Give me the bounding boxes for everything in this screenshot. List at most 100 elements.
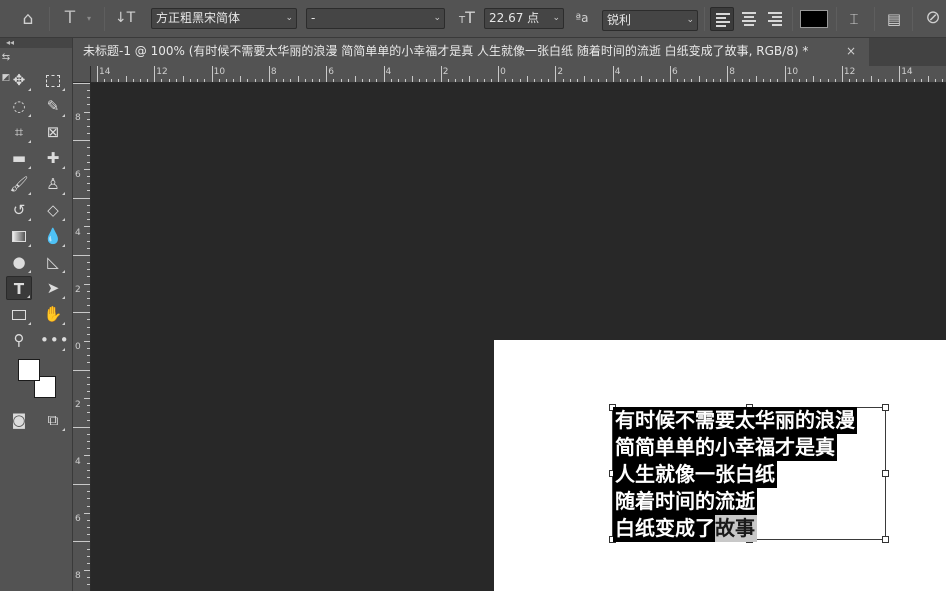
align-right-button[interactable] — [763, 7, 787, 31]
dodge-tool-icon[interactable]: ● — [6, 250, 32, 274]
font-style-select[interactable]: - ⌄ — [306, 8, 445, 29]
text-color-swatch[interactable] — [800, 10, 828, 28]
ruler-tick — [290, 79, 292, 82]
document-tab[interactable]: 未标题-1 @ 100% (有时候不需要太华丽的浪漫 简简单单的小幸福才是真 人… — [73, 38, 869, 66]
text-layer-content[interactable]: 有时候不需要太华丽的浪漫 简简单单的小幸福才是真 人生就像一张白纸 随着时间的流… — [613, 407, 857, 543]
type-tool-preset-icon[interactable]: T — [60, 8, 80, 28]
home-icon[interactable]: ⌂ — [18, 9, 38, 29]
ruler-tick — [741, 79, 743, 82]
warp-text-icon[interactable]: ⌶ — [844, 9, 864, 29]
selected-text: 故事 — [715, 515, 757, 542]
hand-tool-icon[interactable]: ✋ — [40, 302, 66, 326]
text-line: 随着时间的流逝 — [613, 488, 857, 516]
character-panel-icon[interactable]: ▤ — [884, 9, 904, 29]
ruler-tick — [834, 79, 836, 82]
ruler-tick — [820, 79, 822, 82]
ruler-label: 4 — [75, 227, 81, 238]
ruler-tick — [526, 76, 528, 82]
close-tab-icon[interactable]: × — [846, 38, 856, 65]
rectangle-tool-icon[interactable] — [6, 302, 32, 326]
gradient-tool-icon[interactable] — [6, 224, 32, 248]
ruler-label: 6 — [328, 67, 334, 77]
ruler-tick — [87, 147, 90, 149]
type-tool-icon[interactable]: T — [6, 276, 32, 300]
quick-selection-tool-icon[interactable]: ✎ — [40, 94, 66, 118]
document-title: 未标题-1 @ 100% (有时候不需要太华丽的浪漫 简简单单的小幸福才是真 人… — [83, 44, 809, 58]
ruler-tick — [111, 79, 113, 82]
horizontal-ruler: 14 12 10 8 6 4 2 0 2 4 6 8 10 12 14 — [91, 66, 946, 83]
transform-handle[interactable] — [882, 470, 889, 477]
swap-colors-icon[interactable]: ⇆ — [0, 48, 12, 68]
foreground-color-swatch[interactable] — [18, 359, 40, 381]
ruler-tick — [254, 79, 256, 82]
ruler-tick — [705, 79, 707, 82]
ruler-tick — [777, 79, 779, 82]
ruler-tick — [87, 527, 90, 529]
clone-stamp-tool-icon[interactable]: ♙ — [40, 172, 66, 196]
brush-tool-icon[interactable]: 🖌 — [6, 172, 32, 196]
quick-mask-icon[interactable]: ◙ — [6, 408, 32, 432]
ruler-tick — [691, 79, 693, 82]
ruler-tick — [87, 262, 90, 264]
crop-tool-icon[interactable]: ⌗ — [6, 120, 32, 144]
text-line: 人生就像一张白纸 — [613, 461, 857, 489]
ruler-tick — [906, 79, 908, 82]
ruler-tick — [326, 66, 328, 82]
transform-handle[interactable] — [882, 536, 889, 543]
ruler-tick — [311, 79, 313, 82]
ruler-tick — [84, 570, 90, 572]
ruler-tick — [84, 398, 90, 400]
pen-tool-icon[interactable]: ◺ — [40, 250, 66, 274]
ruler-tick — [698, 76, 700, 82]
ruler-tick — [87, 555, 90, 557]
ruler-tick — [87, 383, 90, 385]
ruler-tick — [204, 79, 206, 82]
ruler-tick — [84, 226, 90, 228]
healing-brush-tool-icon[interactable]: ✚ — [40, 146, 66, 170]
move-tool-icon[interactable]: ✥ — [6, 68, 32, 92]
ruler-tick — [727, 66, 729, 82]
ruler-tick — [73, 312, 90, 314]
collapse-panel-icon[interactable]: ◂◂ — [0, 38, 72, 48]
ruler-tick — [87, 305, 90, 307]
ruler-tick — [369, 79, 371, 82]
ruler-tick — [87, 469, 90, 471]
marquee-tool-icon[interactable] — [40, 68, 66, 92]
ruler-tick — [84, 340, 90, 342]
text-orientation-icon[interactable]: ↓T — [114, 8, 136, 28]
antialias-value: 锐利 — [607, 13, 632, 27]
frame-tool-icon[interactable]: ⊠ — [40, 120, 66, 144]
ruler-label: 8 — [270, 67, 277, 77]
ruler-tick — [87, 125, 90, 127]
blur-tool-icon[interactable]: 💧 — [40, 224, 66, 248]
antialias-icon: ªa — [575, 11, 589, 25]
ruler-tick — [734, 79, 736, 82]
ruler-tick — [87, 405, 90, 407]
screen-mode-icon[interactable]: ⧉ — [40, 408, 66, 432]
zoom-tool-icon[interactable]: ⚲ — [6, 328, 32, 352]
transform-handle[interactable] — [882, 404, 889, 411]
path-selection-tool-icon[interactable]: ➤ — [40, 276, 66, 300]
ruler-tick — [849, 79, 851, 82]
ruler-tick — [670, 66, 671, 82]
ruler-tick — [87, 333, 90, 335]
history-brush-tool-icon[interactable]: ↺ — [6, 198, 32, 222]
ruler-tool-icon[interactable]: ▬ — [6, 146, 32, 170]
more-tools-icon[interactable]: ••• — [40, 328, 69, 352]
ruler-tick — [619, 79, 621, 82]
lasso-tool-icon[interactable]: ◌ — [6, 94, 32, 118]
align-center-button[interactable] — [737, 7, 761, 31]
ruler-tick — [748, 79, 750, 82]
ruler-tick — [161, 79, 163, 82]
ruler-tick — [863, 79, 865, 82]
antialias-select[interactable]: 锐利 ⌄ — [602, 10, 698, 31]
align-left-button[interactable] — [710, 7, 734, 31]
font-family-select[interactable]: 方正粗黑宋简体 ⌄ — [151, 8, 297, 29]
chevron-down-icon[interactable]: ▾ — [84, 9, 94, 29]
cancel-icon[interactable]: ⊘ — [922, 8, 944, 28]
ruler-tick — [97, 66, 98, 82]
eraser-tool-icon[interactable]: ◇ — [40, 198, 66, 222]
font-size-select[interactable]: 22.67 点 ⌄ — [484, 8, 564, 29]
ruler-tick — [412, 76, 414, 82]
ruler-tick — [605, 79, 607, 82]
